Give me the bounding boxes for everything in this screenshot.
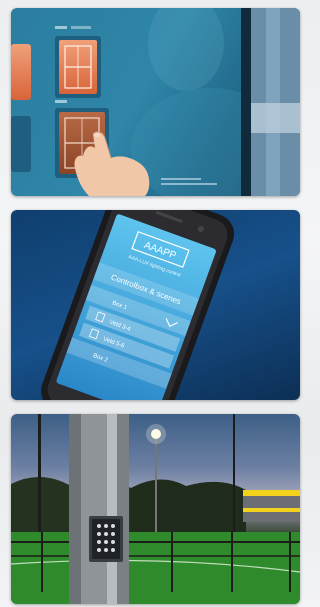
keypad-photo [11, 414, 300, 604]
keypad-panel [11, 414, 300, 604]
keypad[interactable] [89, 516, 123, 562]
app-panel: AAAPP AAA-LUX lighting control Controlbo… [11, 210, 300, 400]
court-tile[interactable] [11, 116, 31, 172]
phone-illustration: AAAPP AAA-LUX lighting control Controlbo… [41, 210, 235, 400]
touchscreen-illustration [11, 8, 300, 196]
court-tile[interactable] [55, 36, 101, 98]
court-tile[interactable] [11, 44, 31, 100]
touchscreen-panel [11, 8, 300, 196]
